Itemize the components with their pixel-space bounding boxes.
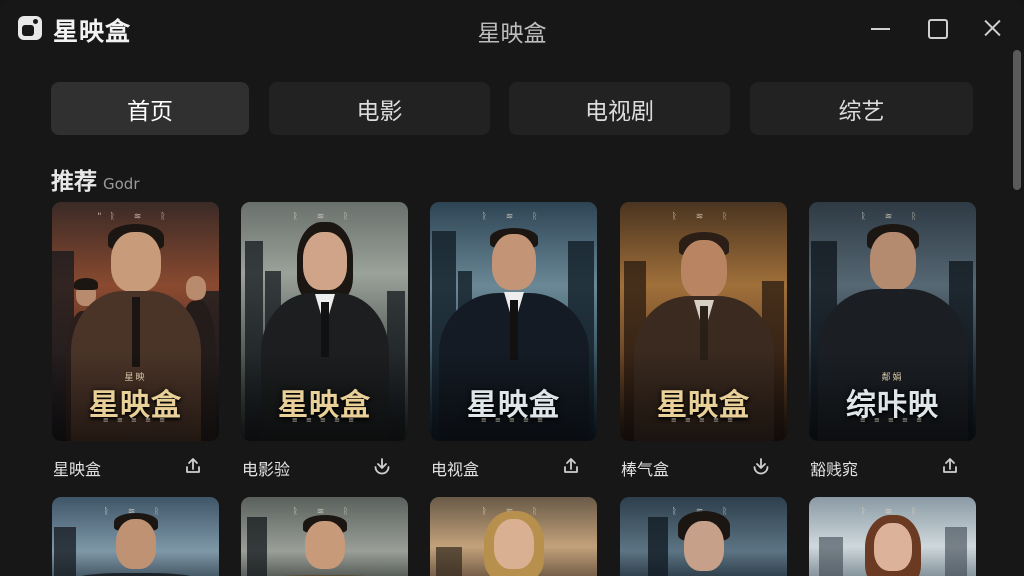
content-card[interactable]: ᚱ ≋ ᚱ [809,497,976,576]
download-icon[interactable] [372,456,392,476]
poster-image[interactable]: ᚱ ≋ ᚱ 星映盒 ≡ ≡ ≡ ≡ ≡ [241,202,408,441]
card-title[interactable]: 星映盒 [53,456,101,480]
content-card[interactable]: ᚱ ≋ ᚱ [52,497,219,576]
share-icon[interactable] [183,456,203,476]
content-card[interactable]: "ᚱ ≋ ᚱ 星映 星映盒 ≡ ≡ ≡ ≡ ≡ 星映盒 [52,202,219,481]
app-window: 星映盒 星映盒 首页 电影 电视剧 综艺 推荐 Godr "ᚱ ≋ ᚱ 星映 星… [0,0,1024,576]
content-card[interactable]: ᚱ ≋ ᚱ 鄰娟 综咔映 ≡ ≡ ≡ ≡ ≡ 豁贱窕 [809,202,976,481]
poster-image[interactable]: ᚱ ≋ ᚱ 星映盒 ≡ ≡ ≡ ≡ ≡ [430,202,597,441]
poster-image[interactable]: ᚱ ≋ ᚱ [430,497,597,576]
card-title[interactable]: 电视盒 [431,456,479,480]
card-title[interactable]: 豁贱窕 [810,456,858,480]
card-title[interactable]: 电影验 [242,456,290,480]
poster-image[interactable]: ᚱ ≋ ᚱ [52,497,219,576]
content-grid: "ᚱ ≋ ᚱ 星映 星映盒 ≡ ≡ ≡ ≡ ≡ 星映盒 ᚱ ≋ ᚱ 星映盒 ≡ … [0,0,1024,576]
content-card[interactable]: ᚱ ≋ ᚱ [430,497,597,576]
poster-image[interactable]: ᚱ ≋ ᚱ 鄰娟 综咔映 ≡ ≡ ≡ ≡ ≡ [809,202,976,441]
poster-image[interactable]: ᚱ ≋ ᚱ [620,497,787,576]
share-icon[interactable] [940,456,960,476]
download-icon[interactable] [751,456,771,476]
poster-image[interactable]: "ᚱ ≋ ᚱ 星映 星映盒 ≡ ≡ ≡ ≡ ≡ [52,202,219,441]
content-card[interactable]: ᚱ ≋ ᚱ [241,497,408,576]
poster-image[interactable]: ᚱ ≋ ᚱ [809,497,976,576]
share-icon[interactable] [561,456,581,476]
content-card[interactable]: ᚱ ≋ ᚱ 星映盒 ≡ ≡ ≡ ≡ ≡ 电视盒 [430,202,597,481]
content-card[interactable]: ᚱ ≋ ᚱ 星映盒 ≡ ≡ ≡ ≡ ≡ 棒气盒 [620,202,787,481]
card-title[interactable]: 棒气盒 [621,456,669,480]
content-card[interactable]: ᚱ ≋ ᚱ [620,497,787,576]
poster-image[interactable]: ᚱ ≋ ᚱ 星映盒 ≡ ≡ ≡ ≡ ≡ [620,202,787,441]
content-card[interactable]: ᚱ ≋ ᚱ 星映盒 ≡ ≡ ≡ ≡ ≡ 电影验 [241,202,408,481]
poster-image[interactable]: ᚱ ≋ ᚱ [241,497,408,576]
